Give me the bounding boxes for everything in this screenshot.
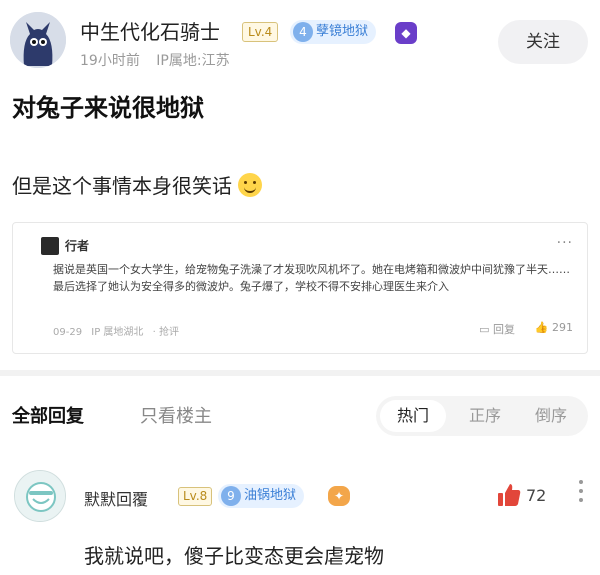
quoted-like-count: 291 [552, 321, 573, 334]
author-title-badge: 4 孽镜地狱 [290, 20, 377, 44]
thumb-up-icon [498, 484, 521, 506]
post-ip: IP属地:江苏 [156, 53, 230, 69]
author-level-badge: Lv.4 [242, 22, 279, 42]
post-body: 但是这个事情本身很笑话 [12, 170, 262, 199]
post-meta: 19小时前 IP属地:江苏 [80, 50, 230, 70]
section-divider [0, 370, 600, 376]
title-level-icon: 4 [293, 22, 313, 42]
comment-like-button[interactable]: 72 [496, 482, 546, 512]
comment-text: 我就说吧，傻子比变态更会虐宠物 [84, 544, 384, 568]
gamepad-icon: ✦ [328, 486, 350, 506]
quoted-like-button[interactable]: 👍 291 [535, 321, 573, 334]
post-header: 中生代化石骑士 Lv.4 4 孽镜地狱 ◆ 19小时前 IP属地:江苏 关注 [10, 10, 590, 76]
commenter-title-level-icon: 9 [221, 486, 241, 506]
post-time: 19小时前 [80, 53, 140, 69]
commenter-name[interactable]: 默默回覆 [84, 486, 148, 510]
quoted-post-card[interactable]: 行者 ··· 据说是英国一个女大学生，给宠物兔子洗澡了才发现吹风机坏了。她在电烤… [12, 222, 588, 354]
author-title-label: 孽镜地狱 [316, 24, 369, 39]
comment-like-count: 72 [526, 486, 547, 505]
quoted-more-icon[interactable]: ··· [557, 235, 573, 251]
commenter-title-label: 油锅地狱 [244, 488, 297, 503]
quoted-author-avatar [41, 237, 59, 255]
quoted-ip: IP 属地湖北 [91, 327, 144, 338]
follow-button[interactable]: 关注 [498, 20, 588, 64]
sort-hot-button[interactable]: 热门 [380, 400, 446, 432]
quoted-meta: 09-29 IP 属地湖北 · 抢评 [53, 323, 179, 338]
quoted-reply-label: 回复 [493, 323, 515, 336]
reply-icon: ▭ [479, 323, 493, 336]
post-body-text: 但是这个事情本身很笑话 [12, 174, 232, 198]
tab-all-replies[interactable]: 全部回复 [12, 402, 84, 428]
member-icon: ◆ [395, 22, 417, 44]
quoted-reply-button[interactable]: ▭ 回复 [479, 321, 515, 337]
commenter-level-badge: Lv.8 [178, 487, 213, 506]
sort-toggle: 热门 正序 倒序 [376, 396, 588, 436]
quoted-author-name: 行者 [65, 239, 90, 253]
comment-more-icon[interactable] [576, 480, 586, 507]
quoted-date: 09-29 [53, 327, 83, 338]
commenter-title-badge: 9 油锅地狱 [218, 484, 305, 508]
thumb-up-icon: 👍 [534, 321, 552, 334]
quoted-text: 据说是英国一个女大学生，给宠物兔子洗澡了才发现吹风机坏了。她在电烤箱和微波炉中间… [53, 263, 570, 293]
quoted-extra: · 抢评 [152, 327, 179, 338]
tab-op-only[interactable]: 只看楼主 [140, 402, 212, 428]
author-name[interactable]: 中生代化石骑士 [80, 16, 220, 45]
post-title: 对兔子来说很地狱 [12, 94, 204, 122]
sort-desc-button[interactable]: 倒序 [518, 400, 584, 432]
sort-asc-button[interactable]: 正序 [452, 400, 518, 432]
smile-emoji-icon [238, 173, 262, 197]
commenter-avatar[interactable] [14, 470, 66, 522]
author-avatar[interactable] [10, 12, 66, 68]
